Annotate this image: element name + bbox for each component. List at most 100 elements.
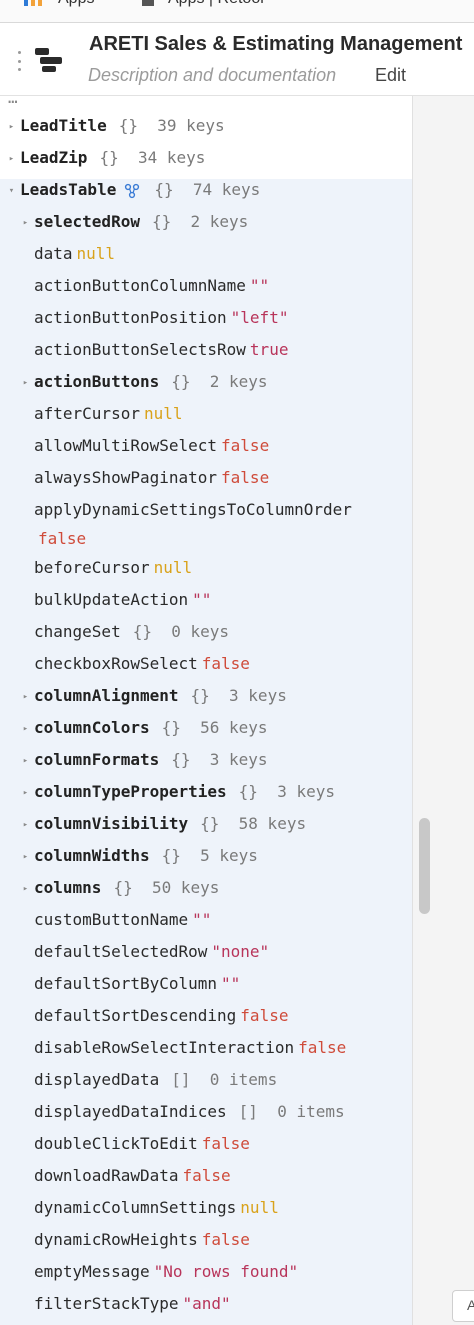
- tree-row[interactable]: downloadRawData false: [20, 1162, 231, 1190]
- tree-row[interactable]: ▸ columnWidths {} 5 keys: [20, 842, 258, 870]
- chevron-right-icon[interactable]: ▸: [6, 113, 17, 141]
- tree-row[interactable]: bulkUpdateAction "": [20, 586, 211, 614]
- tree-row[interactable]: emptyMessage "No rows found": [20, 1258, 298, 1286]
- tree-row[interactable]: defaultSortByColumn "": [20, 970, 240, 998]
- tree-row[interactable]: actionButtonSelectsRow true: [20, 336, 288, 364]
- tree-value: false: [221, 436, 270, 455]
- app-icon: [35, 48, 62, 72]
- tree-row[interactable]: ▾ LeadsTable {} 74 keys: [6, 176, 261, 205]
- tree-row[interactable]: ▸ columnColors {} 56 keys: [20, 714, 268, 742]
- chevron-right-icon[interactable]: ▸: [20, 683, 31, 711]
- tree-row[interactable]: disableRowSelectInteraction false: [20, 1034, 346, 1062]
- chevron-right-icon[interactable]: ▸: [20, 369, 31, 397]
- tree-key: LeadZip: [20, 148, 88, 167]
- tree-row[interactable]: ▸ columnTypeProperties {} 3 keys: [20, 778, 335, 806]
- tree-meta: {} 3 keys: [171, 750, 268, 769]
- tree-key: displayedDataIndices: [34, 1102, 227, 1121]
- chevron-right-icon[interactable]: ▸: [20, 715, 31, 743]
- tree-row[interactable]: ▸ columns {} 50 keys: [20, 874, 220, 903]
- tree-row[interactable]: filterStackType "and": [20, 1290, 231, 1318]
- tree-row[interactable]: ▸ LeadTitle {} 39 keys: [6, 112, 225, 140]
- tab-apps-retool[interactable]: Apps | Retool: [168, 0, 264, 8]
- scrollbar-thumb[interactable]: [419, 818, 430, 914]
- retool-editor: Apps Apps | Retool ARETI Sales & Estimat…: [0, 0, 474, 1325]
- tree-row[interactable]: defaultSortDescending false: [20, 1002, 288, 1030]
- chevron-right-icon[interactable]: ▸: [20, 209, 31, 237]
- tree-row[interactable]: applyDynamicSettingsToColumnOrder false: [20, 496, 352, 552]
- tree-row[interactable]: displayedData [] 0 items: [20, 1066, 277, 1094]
- tree-row[interactable]: ▸ LeadZip {} 34 keys: [6, 144, 206, 173]
- tree-meta: {} 56 keys: [161, 718, 268, 737]
- chevron-right-icon[interactable]: ▸: [20, 779, 31, 807]
- tree-row[interactable]: allowMultiRowSelect false: [20, 432, 269, 460]
- tree-meta: [] 0 items: [171, 1070, 278, 1089]
- tree-value: "": [221, 974, 241, 993]
- tree-key: defaultSortDescending: [34, 1006, 237, 1025]
- tree-value: false: [298, 1038, 347, 1057]
- tree-key: checkboxRowSelect: [34, 654, 198, 673]
- chevron-right-icon[interactable]: ▸: [20, 811, 31, 839]
- tree-value: "": [192, 910, 212, 929]
- tree-key: data: [34, 244, 73, 263]
- tree-row[interactable]: ▸ actionButtons {} 2 keys: [20, 368, 268, 396]
- tree-row[interactable]: actionButtonPosition "left": [20, 304, 288, 332]
- tree-value: "left": [230, 308, 289, 327]
- tree-row[interactable]: dynamicRowHeights false: [20, 1226, 250, 1254]
- tree-key: allowMultiRowSelect: [34, 436, 218, 455]
- tree-key: LeadTitle: [20, 116, 107, 135]
- tree-row[interactable]: ▸ columnAlignment {} 3 keys: [20, 682, 287, 710]
- tree-row[interactable]: customButtonName "": [20, 906, 211, 934]
- tree-row[interactable]: displayedDataIndices [] 0 items: [20, 1098, 345, 1126]
- tree-row[interactable]: dynamicColumnSettings null: [20, 1194, 279, 1222]
- tree-row[interactable]: actionButtonColumnName "": [20, 272, 269, 300]
- tree-row[interactable]: ▸ selectedRow {} 2 keys: [20, 208, 249, 237]
- tree-row[interactable]: data null: [20, 240, 115, 268]
- tree-row[interactable]: ▸ columnVisibility {} 58 keys: [20, 810, 306, 838]
- edit-description-link[interactable]: Edit: [375, 65, 406, 86]
- drag-handle-icon[interactable]: [18, 51, 22, 71]
- tree-value: true: [249, 340, 289, 359]
- tree-value: null: [143, 404, 183, 423]
- tree-row[interactable]: doubleClickToEdit false: [20, 1130, 250, 1158]
- chevron-right-icon[interactable]: ▸: [20, 875, 31, 903]
- chevron-right-icon[interactable]: ▸: [6, 145, 17, 173]
- tree-key: customButtonName: [34, 910, 189, 929]
- chevron-right-icon[interactable]: ▸: [20, 747, 31, 775]
- chevron-down-icon[interactable]: ▾: [6, 177, 17, 205]
- bar-chart-icon: [24, 0, 42, 6]
- tree-key: actionButtons: [34, 372, 160, 391]
- tree-key: filterStackType: [34, 1294, 179, 1313]
- tree-value: null: [153, 558, 193, 577]
- tree-row[interactable]: defaultSelectedRow "none": [20, 938, 269, 966]
- tree-row[interactable]: beforeCursor null: [20, 554, 192, 582]
- tree-row[interactable]: ▸ columnFormats {} 3 keys: [20, 746, 268, 774]
- tree-meta: {} 39 keys: [118, 116, 225, 135]
- tree-row[interactable]: changeSet {} 0 keys: [20, 618, 229, 646]
- clipped-row: …: [8, 96, 18, 107]
- tree-row[interactable]: checkboxRowSelect false: [20, 650, 250, 678]
- tab-apps[interactable]: Apps: [58, 0, 94, 8]
- tree-row[interactable]: afterCursor null: [20, 400, 183, 428]
- chevron-right-icon[interactable]: ▸: [20, 843, 31, 871]
- tree-key: defaultSortByColumn: [34, 974, 218, 993]
- corner-button[interactable]: A: [452, 1290, 474, 1322]
- tree-meta: {} 3 keys: [190, 686, 287, 705]
- description-placeholder[interactable]: Description and documentation: [88, 65, 336, 86]
- app-title: ARETI Sales & Estimating Management: [89, 33, 463, 55]
- tree-row[interactable]: alwaysShowPaginator false: [20, 464, 269, 492]
- tree-value: false: [240, 1006, 289, 1025]
- tree-value: "No rows found": [153, 1262, 299, 1281]
- tree-key: bulkUpdateAction: [34, 590, 189, 609]
- component-link-icon[interactable]: [124, 183, 140, 199]
